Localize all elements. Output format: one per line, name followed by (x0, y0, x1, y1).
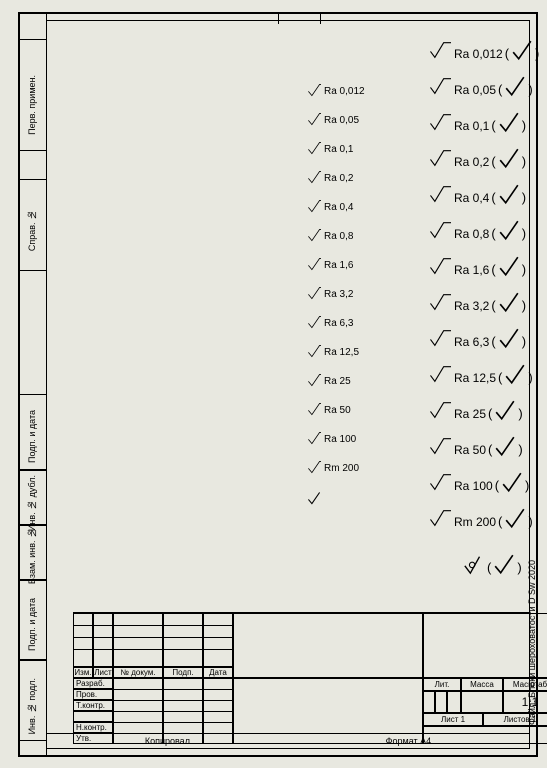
small-mark-4: Ra 0,4 (307, 199, 353, 213)
big-mark-5: Ra 0,8 () (429, 219, 528, 241)
side-podp2: Подп. и дата (27, 598, 37, 651)
big-mark-8: Ra 6,3 () (429, 327, 528, 349)
col-podp: Подп. (163, 667, 203, 678)
col-ndokum: № докум. (113, 667, 163, 678)
small-mark-8: Ra 6,3 (307, 315, 353, 329)
big-mark-1: Ra 0,05 () (429, 75, 535, 97)
drawing-sheet: Перв. примен. Справ. № Подп. и дата Инв.… (18, 12, 538, 757)
small-mark-9: Ra 12,5 (307, 344, 359, 358)
side-inv-podl: Инв. № подл. (27, 678, 37, 734)
footer-kopiroval: Копировал (145, 736, 190, 746)
small-mark-13: Rm 200 (307, 460, 359, 474)
footer-format: Формат A4 (386, 736, 431, 746)
label-massa: Масса (461, 678, 503, 691)
side-inv-dubl: Инв. № дубл. (27, 475, 37, 531)
big-mark-9: Ra 12,5 () (429, 363, 535, 385)
big-mark-13: Rm 200 () (429, 507, 535, 529)
big-mark-plain: ( ) (463, 553, 524, 575)
row-empty (73, 711, 113, 722)
big-mark-3: Ra 0,2 () (429, 147, 528, 169)
big-mark-10: Ra 25 () (429, 399, 525, 421)
col-izm: Изм. (73, 667, 93, 678)
value-scale: 1:1 (503, 691, 547, 713)
small-mark-1: Ra 0,05 (307, 112, 359, 126)
big-mark-4: Ra 0,4 () (429, 183, 528, 205)
small-mark-3: Ra 0,2 (307, 170, 353, 184)
drawing-frame: Ra 0,012 Ra 0,05 Ra 0,1 Ra 0,2 Ra 0,4 Ra 0,8 R… (46, 20, 530, 749)
row-nkontr: Н.контр. (73, 722, 113, 733)
side-perv-primen: Перв. примен. (27, 75, 37, 135)
col-list: Лист (93, 667, 113, 678)
label-listov: Листов 1 (483, 713, 547, 726)
side-sprav: Справ. № (27, 210, 37, 251)
small-mark-5: Ra 0,8 (307, 228, 353, 242)
file-caption: Файл: Блоки шероховатости D Sw 2020 (527, 560, 537, 725)
footer: Копировал Формат A4 (47, 733, 529, 748)
big-mark-2: Ra 0,1 () (429, 111, 528, 133)
small-mark-7: Ra 3,2 (307, 286, 353, 300)
small-mark-plain (307, 491, 321, 505)
big-mark-0: Ra 0,012 () (429, 39, 541, 61)
row-tkontr: Т.контр. (73, 700, 113, 711)
small-mark-12: Ra 100 (307, 431, 356, 445)
small-mark-2: Ra 0,1 (307, 141, 353, 155)
side-podp1: Подп. и дата (27, 410, 37, 463)
big-mark-6: Ra 1,6 () (429, 255, 528, 277)
small-mark-11: Ra 50 (307, 402, 351, 416)
row-prov: Пров. (73, 689, 113, 700)
label-masshtab: Масштаб (503, 678, 547, 691)
label-lit: Лит. (423, 678, 461, 691)
label-list1: Лист 1 (423, 713, 483, 726)
binding-column: Перв. примен. Справ. № Подп. и дата Инв.… (20, 14, 47, 755)
small-mark-0: Ra 0,012 (307, 83, 365, 97)
side-vzam: Взам. инв. № (27, 528, 37, 584)
small-mark-6: Ra 1,6 (307, 257, 353, 271)
col-data: Дата (203, 667, 233, 678)
big-mark-11: Ra 50 () (429, 435, 525, 457)
row-razrab: Разраб. (73, 678, 113, 689)
big-mark-7: Ra 3,2 () (429, 291, 528, 313)
title-block: Изм. Лист № докум. Подп. Дата Разраб. Пр… (73, 612, 529, 748)
small-mark-10: Ra 25 (307, 373, 351, 387)
big-mark-12: Ra 100 () (429, 471, 531, 493)
